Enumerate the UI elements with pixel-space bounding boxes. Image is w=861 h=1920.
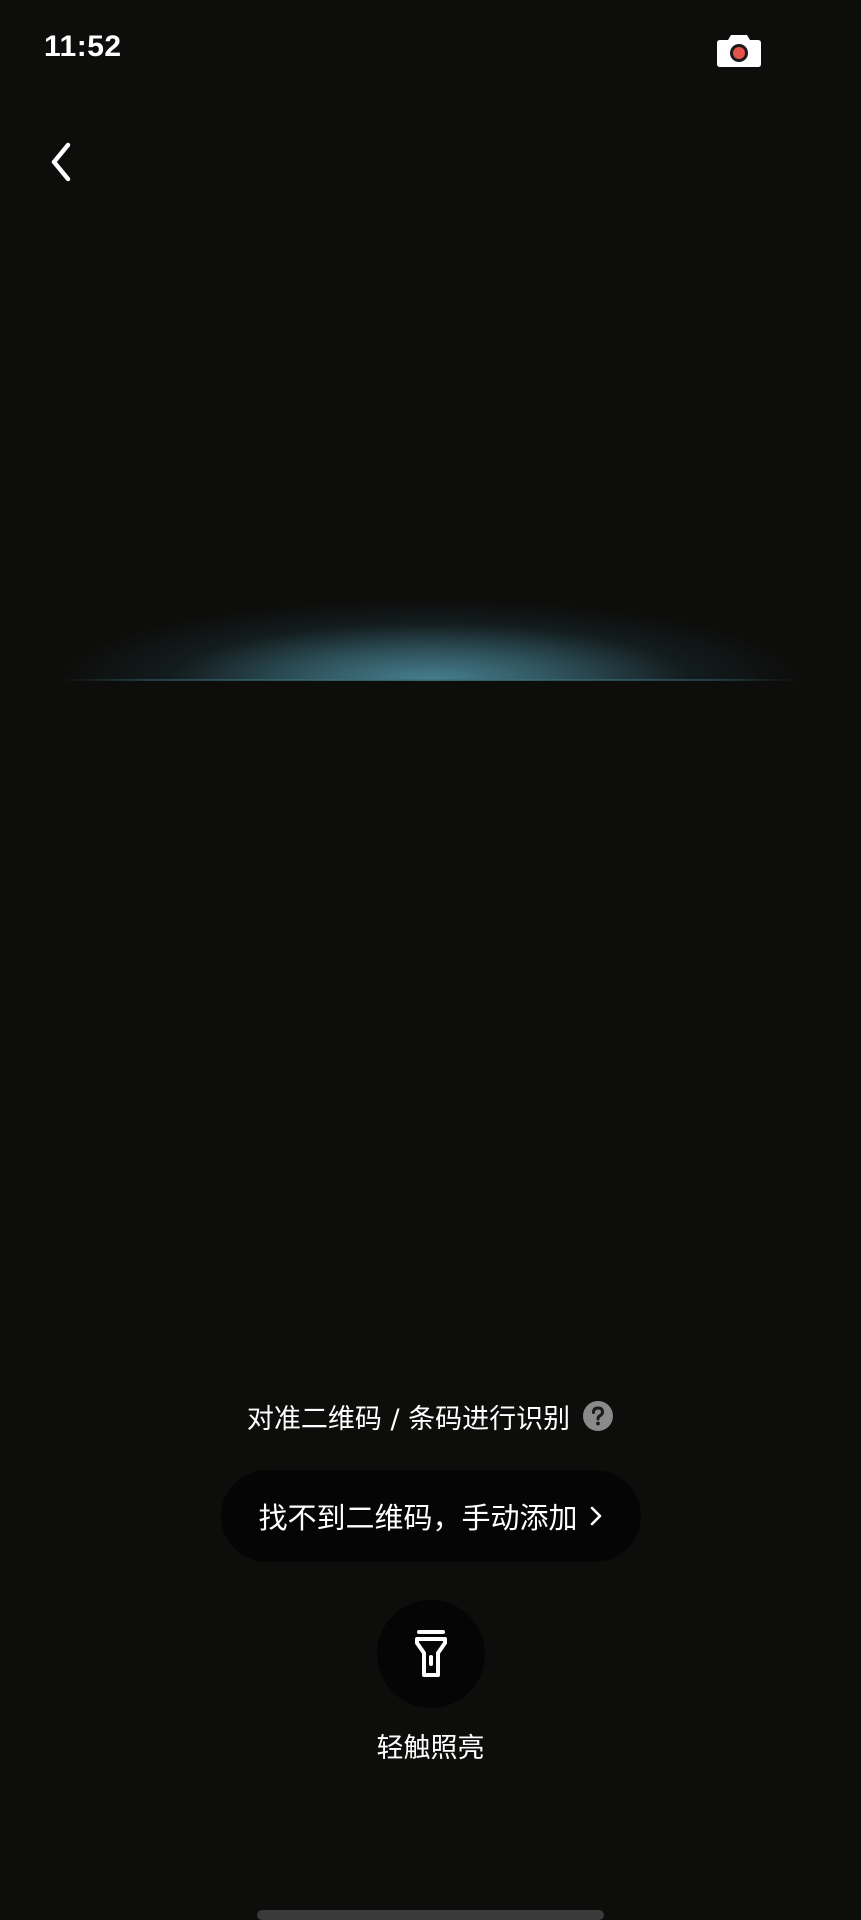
status-time: 11:52 xyxy=(44,30,122,63)
chevron-left-icon xyxy=(51,142,71,182)
back-button[interactable] xyxy=(40,135,88,191)
flashlight-button[interactable] xyxy=(377,1600,485,1708)
scan-hint-text: 对准二维码 / 条码进行识别 xyxy=(246,1403,571,1435)
scan-hint-row: 对准二维码 / 条码进行识别 xyxy=(0,1394,861,1438)
scan-line xyxy=(60,590,800,680)
status-bar: 11:52 xyxy=(0,0,861,100)
manual-add-button[interactable]: 找不到二维码，手动添加 xyxy=(221,1470,641,1562)
qr-scanner-screen: 11:52 对准二维码 / 条码进行识别 找不到二维码，手动添加 轻触照亮 xyxy=(0,0,861,1920)
manual-add-label: 找不到二维码，手动添加 xyxy=(258,1501,578,1535)
question-circle-icon[interactable] xyxy=(582,1400,614,1432)
screen-record-icon xyxy=(717,35,761,67)
chevron-right-icon xyxy=(590,1506,601,1526)
scan-line-edge xyxy=(60,679,800,681)
home-indicator[interactable] xyxy=(257,1910,604,1920)
flashlight-label: 轻触照亮 xyxy=(376,1733,485,1764)
flashlight-icon xyxy=(415,1630,447,1677)
